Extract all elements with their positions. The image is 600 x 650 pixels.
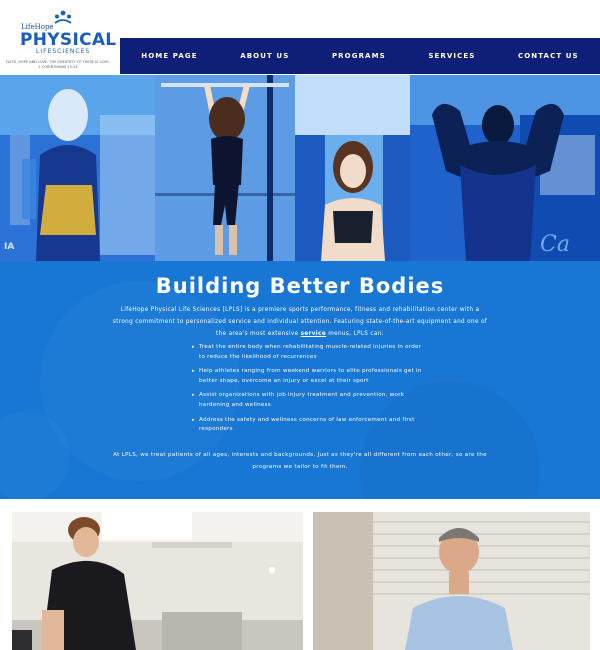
service-link[interactable]: service [301,331,326,337]
nav-about[interactable]: ABOUT US [240,52,289,60]
brand-logo[interactable]: LifeHope PHYSICAL LIFESCIENCES FAITH, HO… [6,10,116,69]
brand-name: PHYSICAL [20,30,117,50]
main-nav: HOME PAGE ABOUT US PROGRAMS SERVICES CON… [120,38,600,74]
hero-photo-bodybuilder: Ca [410,75,600,261]
hero-photo-pullup [155,75,295,261]
intro-text-2: menus, LPLS can: [326,331,384,337]
photo-row [0,499,600,650]
hero-photo-athlete: IA [0,75,155,261]
nav-programs[interactable]: PROGRAMS [332,52,386,60]
svg-text:IA: IA [4,242,14,252]
list-item: Help athletes ranging from weekend warri… [192,367,422,386]
nav-services[interactable]: SERVICES [428,52,475,60]
page-title: Building Better Bodies [155,274,445,298]
logo-people-icon [54,10,72,24]
list-item: Treat the entire body when rehabilitatin… [192,343,422,362]
nav-contact[interactable]: CONTACT US [518,52,579,60]
photo-young-athlete [12,512,303,650]
brand-tagline: FAITH, HOPE AND LOVE. THE GREATEST OF TH… [6,60,110,69]
intro-paragraph: LifeHope Physical Life Sciences [LPLS] i… [110,304,490,340]
hero-photo-woman [295,75,410,261]
svg-text:Ca: Ca [540,232,570,257]
list-item: Assist organizations with job injury tre… [192,391,422,410]
intro-section: Building Better Bodies LifeHope Physical… [0,261,600,499]
tagline-verse: 1 CORINTHIANS 13:13 [38,64,78,69]
capabilities-list: Treat the entire body when rehabilitatin… [192,343,422,440]
closing-paragraph: At LPLS, we treat patients of all ages, … [113,452,487,470]
nav-home[interactable]: HOME PAGE [141,52,197,60]
site-header: LifeHope PHYSICAL LIFESCIENCES FAITH, HO… [0,0,600,75]
brand-subtitle: LIFESCIENCES [36,48,91,55]
hero-photo-collage: IA Ca [0,75,600,261]
list-item: Address the safety and wellness concerns… [192,416,422,435]
photo-trainer [313,512,590,650]
tagline-text: FAITH, HOPE AND LOVE. THE GREATEST OF TH… [6,60,110,64]
